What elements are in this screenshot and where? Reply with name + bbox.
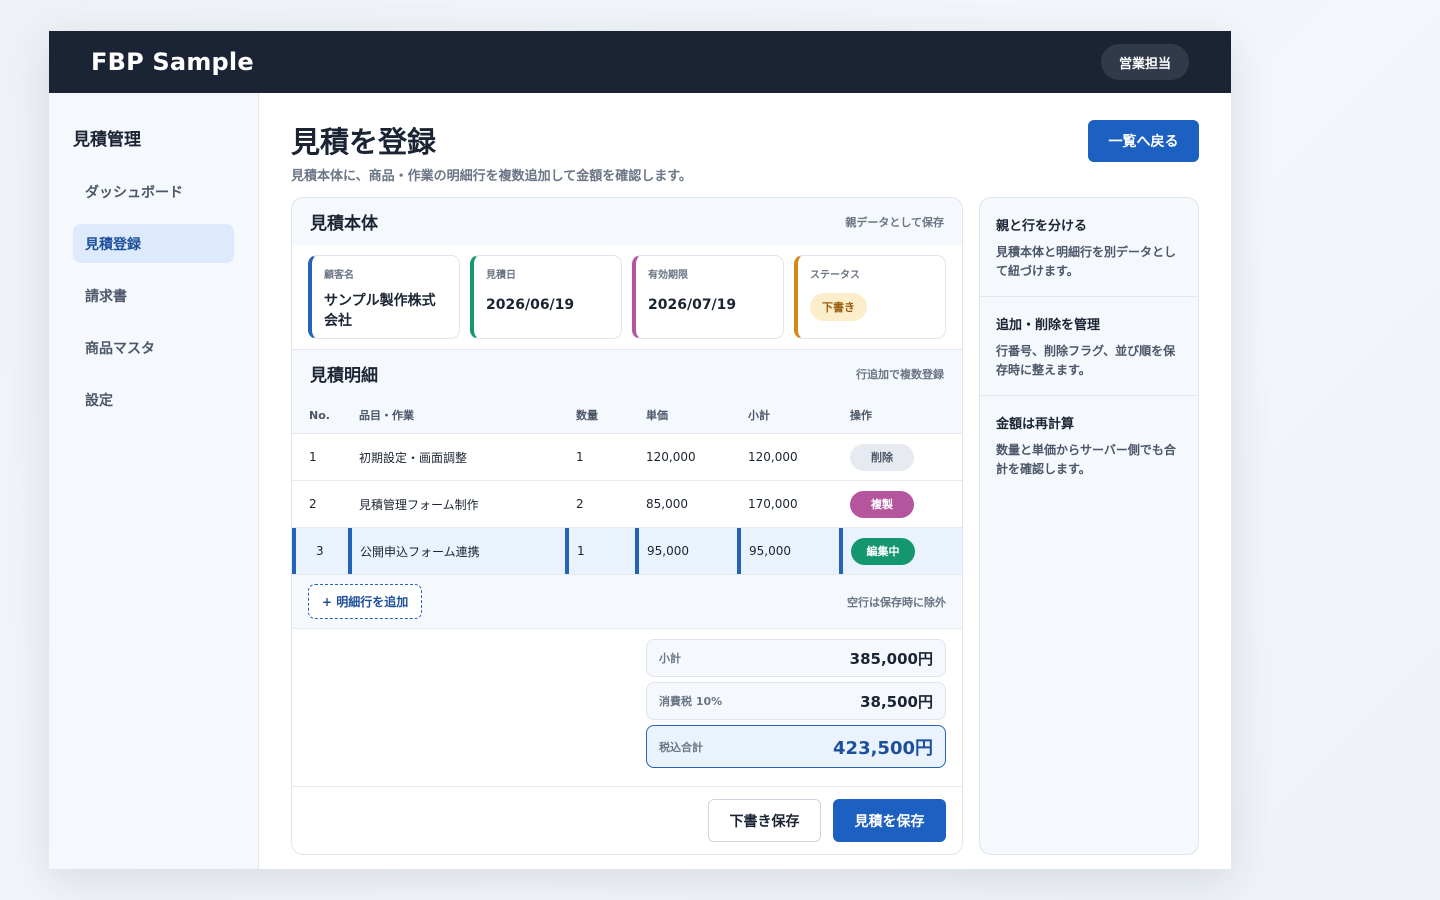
subtotal-value: 385,000円 [849,649,933,668]
quote-form-card: 見積本体 親データとして保存 顧客名 サンプル製作株式会社 見積日 2026/0… [291,197,963,855]
row-qty[interactable]: 1 [565,528,635,574]
top-bar: FBP Sample 営業担当 [49,31,1231,93]
column-header-qty: 数量 [576,409,598,422]
sidebar-item-quote-entry[interactable]: 見積登録 [73,224,234,263]
column-header-subtotal: 小計 [748,409,770,422]
section-title: 見積本体 [310,214,378,234]
row-subtotal: 120,000 [748,450,798,464]
field-label: 見積日 [486,270,516,281]
add-line-row: + 明細行を追加 空行は保存時に除外 [292,575,962,629]
row-price[interactable]: 120,000 [635,450,737,464]
section-title: 見積明細 [310,366,378,386]
tip-text: 見積本体と明細行を別データとして紐づけます。 [996,245,1177,278]
tip-item: 追加・削除を管理 行番号、削除フラグ、並び順を保存時に整えます。 [980,297,1198,396]
row-action-cell: 複製 [839,490,962,518]
sidebar-item-product-master[interactable]: 商品マスタ [73,328,234,367]
delete-row-button[interactable]: 削除 [850,443,914,471]
table-row[interactable]: 2 見積管理フォーム制作 2 85,000 170,000 複製 [292,481,962,528]
row-action-cell: 編集中 [839,528,962,574]
subtotal-box: 小計 385,000円 [646,639,946,677]
add-line-button[interactable]: + 明細行を追加 [308,584,423,619]
add-line-note: 空行は保存時に除外 [847,595,946,609]
status-badge: 下書き [810,293,867,321]
quote-date-value: 2026/06/19 [486,297,575,313]
tip-text: 数量と単価からサーバー側でも合計を確認します。 [996,443,1176,476]
sidebar-title: 見積管理 [73,130,141,150]
row-no: 1 [309,450,317,464]
column-header-action: 操作 [850,409,872,422]
row-no: 2 [309,497,317,511]
body-area: 見積管理 ダッシュボード 見積登録 請求書 商品マスタ 設定 見積を登録 見積本… [49,93,1231,869]
sidebar-item-settings[interactable]: 設定 [73,380,234,419]
row-price[interactable]: 85,000 [635,497,737,511]
row-item[interactable]: 初期設定・画面調整 [348,449,565,466]
app-brand: FBP Sample [91,48,254,76]
grand-total-value: 423,500円 [833,737,933,759]
quote-fields: 顧客名 サンプル製作株式会社 見積日 2026/06/19 有効期限 2026/… [292,245,962,350]
page-subtitle: 見積本体に、商品・作業の明細行を複数追加して金額を確認します。 [291,169,692,184]
app-window: FBP Sample 営業担当 見積管理 ダッシュボード 見積登録 請求書 商品… [49,31,1231,869]
status-field[interactable]: ステータス 下書き [794,255,946,339]
table-row[interactable]: 1 初期設定・画面調整 1 120,000 120,000 削除 [292,434,962,481]
content-row: 見積本体 親データとして保存 顧客名 サンプル製作株式会社 見積日 2026/0… [291,197,1199,855]
page-title: 見積を登録 [291,125,437,159]
quote-lines-table: No. 品目・作業 数量 単価 小計 操作 1 初期設定・画面調整 1 120,… [292,397,962,575]
column-header-item: 品目・作業 [359,409,414,422]
tips-panel: 親と行を分ける 見積本体と明細行を別データとして紐づけます。 追加・削除を管理 … [979,197,1199,855]
grand-total-box: 税込合計 423,500円 [646,725,946,768]
column-header-no: No. [309,408,330,422]
field-label: ステータス [810,270,860,281]
tip-title: 金額は再計算 [996,417,1075,432]
back-to-list-button[interactable]: 一覧へ戻る [1088,120,1199,162]
customer-field[interactable]: 顧客名 サンプル製作株式会社 [308,255,460,339]
tip-title: 追加・削除を管理 [996,318,1101,333]
row-item[interactable]: 公開申込フォーム連携 [348,528,565,574]
column-header-price: 単価 [646,409,668,422]
sidebar-item-invoice[interactable]: 請求書 [73,276,234,315]
row-qty[interactable]: 2 [565,497,635,511]
customer-name-value: サンプル製作株式会社 [324,293,436,329]
sidebar-item-dashboard[interactable]: ダッシュボード [73,172,234,211]
totals-section: 小計 385,000円 消費税 10% 38,500円 税込合計 423,500… [292,629,962,787]
section-note: 行追加で複数登録 [856,367,944,381]
main-content: 見積を登録 見積本体に、商品・作業の明細行を複数追加して金額を確認します。 一覧… [259,93,1231,869]
expiry-date-value: 2026/07/19 [648,297,737,313]
row-item[interactable]: 見積管理フォーム制作 [348,496,565,513]
row-subtotal: 170,000 [748,497,798,511]
duplicate-row-button[interactable]: 複製 [850,490,914,518]
page-header: 見積を登録 見積本体に、商品・作業の明細行を複数追加して金額を確認します。 一覧… [291,93,1199,197]
tip-title: 親と行を分ける [996,219,1088,234]
row-qty[interactable]: 1 [565,450,635,464]
row-action-cell: 削除 [839,443,962,471]
grand-total-label: 税込合計 [659,740,703,754]
form-actions: 下書き保存 見積を保存 [292,787,962,842]
quote-date-field[interactable]: 見積日 2026/06/19 [470,255,622,339]
row-price[interactable]: 95,000 [635,528,737,574]
tax-value: 38,500円 [860,692,933,711]
quote-lines-section: 見積明細 行追加で複数登録 [292,350,962,397]
tip-text: 行番号、削除フラグ、並び順を保存時に整えます。 [996,344,1176,377]
tax-box: 消費税 10% 38,500円 [646,682,946,720]
section-note: 親データとして保存 [845,215,944,229]
tip-item: 親と行を分ける 見積本体と明細行を別データとして紐づけます。 [980,198,1198,297]
user-role-button[interactable]: 営業担当 [1100,44,1189,80]
save-draft-button[interactable]: 下書き保存 [708,799,821,842]
tax-label: 消費税 10% [659,695,723,708]
table-header-row: No. 品目・作業 数量 単価 小計 操作 [292,397,962,434]
tip-item: 金額は再計算 数量と単価からサーバー側でも合計を確認します。 [980,396,1198,495]
row-no: 3 [292,528,348,574]
row-subtotal: 95,000 [737,528,839,574]
expiry-date-field[interactable]: 有効期限 2026/07/19 [632,255,784,339]
editing-status-button[interactable]: 編集中 [851,537,915,565]
quote-header-section: 見積本体 親データとして保存 [292,198,962,245]
save-quote-button[interactable]: 見積を保存 [833,799,946,842]
table-row-editing[interactable]: 3 公開申込フォーム連携 1 95,000 95,000 編集中 [292,528,962,575]
field-label: 顧客名 [324,270,354,281]
field-label: 有効期限 [648,270,688,281]
sidebar: 見積管理 ダッシュボード 見積登録 請求書 商品マスタ 設定 [49,93,259,869]
subtotal-label: 小計 [659,652,681,665]
